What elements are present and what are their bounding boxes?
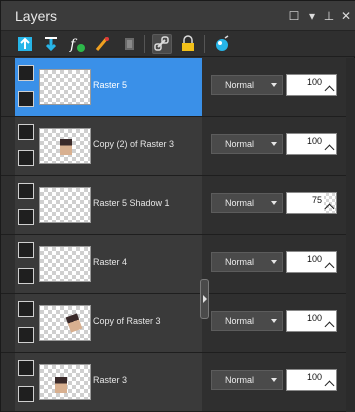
blend-mode-dropdown[interactable]: Normal [211, 134, 283, 154]
layer-thumbnail [39, 305, 91, 341]
blend-mode-value: Normal [225, 257, 255, 267]
svg-text:f: f [69, 37, 78, 53]
opacity-slider[interactable]: 75 [286, 192, 337, 214]
layer-properties-icon[interactable] [212, 34, 232, 54]
pin-icon[interactable]: ⊥ [322, 9, 336, 23]
lock-transparency-icon[interactable] [178, 34, 198, 54]
opacity-slider[interactable]: 100 [286, 369, 337, 391]
layers-toolbar: f [1, 31, 355, 57]
layer-thumbnail [39, 128, 91, 164]
palette-title-bar[interactable]: Layers ☐ ▾ ⊥ ✕ [1, 1, 355, 31]
toolbar-separator [144, 35, 145, 53]
group-expand-icon[interactable] [18, 183, 34, 199]
blend-mode-value: Normal [225, 80, 255, 90]
layer-name[interactable]: Raster 5 [93, 80, 127, 90]
maximize-icon[interactable]: ☐ [287, 9, 301, 23]
layer-row[interactable]: Copy of Raster 3 Normal 100 [1, 294, 355, 353]
link-layers-icon[interactable] [152, 34, 172, 54]
blend-mode-value: Normal [225, 139, 255, 149]
visibility-eye-icon[interactable] [18, 209, 34, 225]
visibility-eye-icon[interactable] [18, 150, 34, 166]
layer-name[interactable]: Raster 5 Shadow 1 [93, 198, 170, 208]
group-expand-icon[interactable] [18, 65, 34, 81]
group-expand-icon[interactable] [18, 242, 34, 258]
layer-row[interactable]: Raster 4 Normal 100 [1, 235, 355, 294]
menu-dropdown-icon[interactable]: ▾ [305, 9, 319, 23]
visibility-eye-icon[interactable] [18, 91, 34, 107]
chevron-down-icon [271, 319, 277, 323]
visibility-eye-icon[interactable] [18, 327, 34, 343]
new-vector-layer-icon[interactable] [41, 34, 61, 54]
layer-name[interactable]: Raster 4 [93, 257, 127, 267]
chevron-down-icon [271, 260, 277, 264]
layers-palette: Layers ☐ ▾ ⊥ ✕ f Raster 5 Normal 100 Cop… [0, 0, 355, 412]
opacity-slider[interactable]: 100 [286, 133, 337, 155]
new-raster-layer-icon[interactable] [15, 34, 35, 54]
thumbnail-figure [60, 139, 72, 155]
palette-title: Layers [15, 8, 58, 24]
group-expand-icon[interactable] [18, 124, 34, 140]
layer-row[interactable]: Raster 3 Normal 100 [1, 353, 355, 412]
opacity-value: 100 [306, 313, 322, 323]
layer-thumbnail [39, 364, 91, 400]
thumbnail-figure [65, 313, 83, 333]
delete-layer-icon[interactable] [119, 34, 139, 54]
blend-mode-dropdown[interactable]: Normal [211, 311, 283, 331]
chevron-down-icon [271, 201, 277, 205]
opacity-value: 100 [306, 372, 322, 382]
opacity-handle-icon[interactable] [324, 203, 335, 214]
layer-thumbnail [39, 246, 91, 282]
new-adjustment-layer-icon[interactable]: f [67, 34, 87, 54]
opacity-value: 100 [306, 254, 322, 264]
thumbnail-figure [55, 377, 67, 393]
blend-mode-dropdown[interactable]: Normal [211, 252, 283, 272]
blend-mode-value: Normal [225, 316, 255, 326]
chevron-down-icon [271, 142, 277, 146]
blend-mode-value: Normal [225, 375, 255, 385]
panel-splitter-handle[interactable] [200, 279, 209, 319]
blend-mode-dropdown[interactable]: Normal [211, 193, 283, 213]
group-expand-icon[interactable] [18, 360, 34, 376]
layer-row[interactable]: Copy (2) of Raster 3 Normal 100 [1, 117, 355, 176]
toolbar-separator [204, 35, 205, 53]
opacity-value: 100 [306, 77, 322, 87]
opacity-value: 75 [311, 195, 322, 205]
opacity-slider[interactable]: 100 [286, 74, 337, 96]
layer-name[interactable]: Copy of Raster 3 [93, 316, 161, 326]
group-expand-icon[interactable] [18, 301, 34, 317]
layer-name[interactable]: Raster 3 [93, 375, 127, 385]
layer-thumbnail [39, 187, 91, 223]
opacity-slider[interactable]: 100 [286, 251, 337, 273]
opacity-value: 100 [306, 136, 322, 146]
layer-row[interactable]: Raster 5 Normal 100 [1, 58, 355, 117]
layer-row[interactable]: Raster 5 Shadow 1 Normal 75 [1, 176, 355, 235]
chevron-down-icon [271, 378, 277, 382]
visibility-eye-icon[interactable] [18, 268, 34, 284]
opacity-slider[interactable]: 100 [286, 310, 337, 332]
blend-mode-dropdown[interactable]: Normal [211, 370, 283, 390]
layer-thumbnail [39, 69, 91, 105]
palette-scroll-edge [346, 58, 355, 412]
layer-list: Raster 5 Normal 100 Copy (2) of Raster 3… [1, 58, 355, 412]
layer-name[interactable]: Copy (2) of Raster 3 [93, 139, 174, 149]
visibility-eye-icon[interactable] [18, 386, 34, 402]
chevron-right-icon [203, 295, 207, 303]
blend-mode-value: Normal [225, 198, 255, 208]
blend-mode-dropdown[interactable]: Normal [211, 75, 283, 95]
new-mask-layer-icon[interactable] [93, 34, 113, 54]
chevron-down-icon [271, 83, 277, 87]
close-icon[interactable]: ✕ [339, 9, 353, 23]
